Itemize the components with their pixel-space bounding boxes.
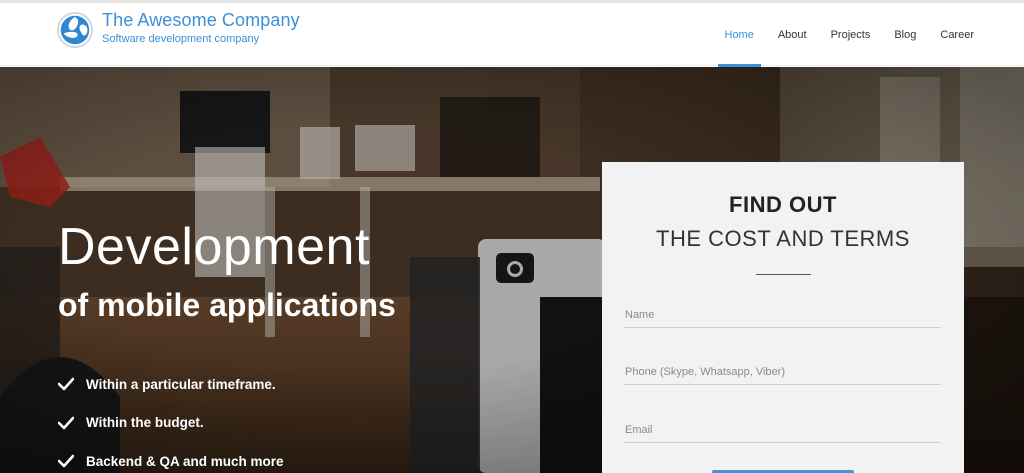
quote-form: FIND OUT THE COST AND TERMS xyxy=(602,162,964,473)
nav-item-blog[interactable]: Blog xyxy=(894,3,916,66)
nav-item-home[interactable]: Home xyxy=(717,3,762,67)
form-title: FIND OUT xyxy=(729,192,837,217)
list-item: Within a particular timeframe. xyxy=(58,365,284,404)
phone-field[interactable] xyxy=(624,359,941,385)
name-field[interactable] xyxy=(624,302,941,328)
feature-list: Within a particular timeframe. Within th… xyxy=(58,365,284,473)
globe-logo-icon xyxy=(56,11,94,49)
brand-title: The Awesome Company xyxy=(102,10,300,30)
site-header: The Awesome Company Software development… xyxy=(0,3,1024,67)
feature-text: Within the budget. xyxy=(86,415,204,431)
list-item: Backend & QA and much more xyxy=(58,442,284,473)
nav-item-projects[interactable]: Projects xyxy=(831,3,871,66)
main-nav: Home About Projects Blog Career xyxy=(701,3,974,67)
nav-item-career[interactable]: Career xyxy=(940,3,974,66)
hero-subtitle: of mobile applications xyxy=(58,287,396,323)
brand-subtitle: Software development company xyxy=(102,33,260,45)
logo-link[interactable]: The Awesome Company Software development… xyxy=(56,10,300,49)
hero-title: Development xyxy=(58,218,370,276)
list-item: Within the budget. xyxy=(58,404,284,443)
hero-section: Development of mobile applications Withi… xyxy=(0,67,1024,473)
feature-text: Within a particular timeframe. xyxy=(86,376,276,392)
form-subtitle: THE COST AND TERMS xyxy=(656,226,910,251)
email-field[interactable] xyxy=(624,417,941,443)
checkmark-icon xyxy=(58,454,74,468)
checkmark-icon xyxy=(58,416,74,430)
checkmark-icon xyxy=(58,377,74,391)
feature-text: Backend & QA and much more xyxy=(86,453,284,469)
form-divider xyxy=(756,274,811,275)
nav-item-about[interactable]: About xyxy=(778,3,807,66)
